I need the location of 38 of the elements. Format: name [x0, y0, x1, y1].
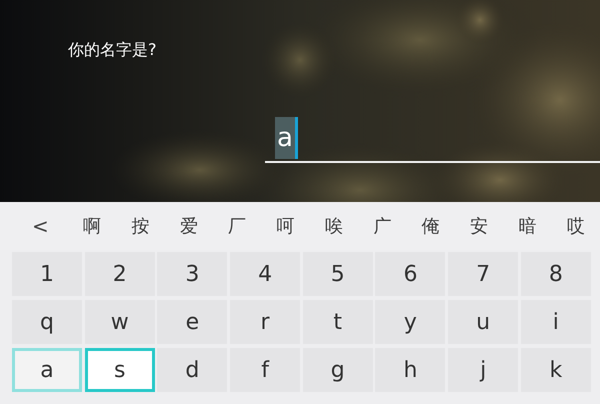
candidate-character[interactable]: 唉 [310, 212, 358, 240]
candidate-character[interactable]: 爱 [164, 212, 214, 240]
keyboard-key[interactable]: 2 [84, 252, 155, 296]
keyboard-key[interactable]: f [230, 348, 300, 392]
keyboard-key[interactable]: y [375, 300, 446, 344]
keyboard-key[interactable]: 5 [302, 252, 373, 296]
keyboard-key[interactable]: j [448, 348, 518, 392]
candidate-character[interactable]: 啊 [68, 212, 116, 240]
keyboard-key[interactable]: a [12, 348, 82, 392]
keyboard-key[interactable]: 7 [448, 252, 518, 296]
keyboard-key[interactable]: u [448, 300, 518, 344]
keyboard-key[interactable]: 4 [230, 252, 300, 296]
keyboard-key[interactable]: h [375, 348, 446, 392]
keyboard-key[interactable]: d [157, 348, 228, 392]
keyboard-key[interactable]: 6 [375, 252, 446, 296]
prompt-text: 你的名字是? [68, 39, 156, 61]
keyboard-key[interactable]: q [12, 300, 82, 344]
keyboard-key[interactable]: 3 [157, 252, 228, 296]
keyboard-key[interactable]: r [230, 300, 300, 344]
keyboard-key[interactable]: s [84, 348, 155, 392]
candidate-character[interactable]: 俺 [406, 212, 455, 240]
keyboard-key[interactable]: g [302, 348, 373, 392]
keyboard-key[interactable]: i [520, 300, 591, 344]
back-button[interactable]: < [28, 211, 68, 241]
keyboard-key[interactable]: w [84, 300, 155, 344]
keyboard-key[interactable]: 1 [12, 252, 82, 296]
candidate-character[interactable]: 呵 [261, 212, 310, 240]
keyboard-key[interactable]: k [520, 348, 591, 392]
candidate-character[interactable]: 安 [454, 212, 504, 240]
name-input-field[interactable]: a [265, 112, 600, 163]
candidate-character[interactable]: 广 [358, 212, 406, 240]
candidate-character[interactable]: 暗 [503, 212, 552, 240]
keyboard-key[interactable]: e [157, 300, 228, 344]
keyboard-key[interactable]: 8 [520, 252, 591, 296]
candidate-character[interactable]: 按 [116, 212, 165, 240]
candidate-character[interactable]: 哎 [552, 212, 600, 240]
keyboard-key[interactable]: t [302, 300, 373, 344]
candidate-character[interactable]: 厂 [213, 212, 262, 240]
